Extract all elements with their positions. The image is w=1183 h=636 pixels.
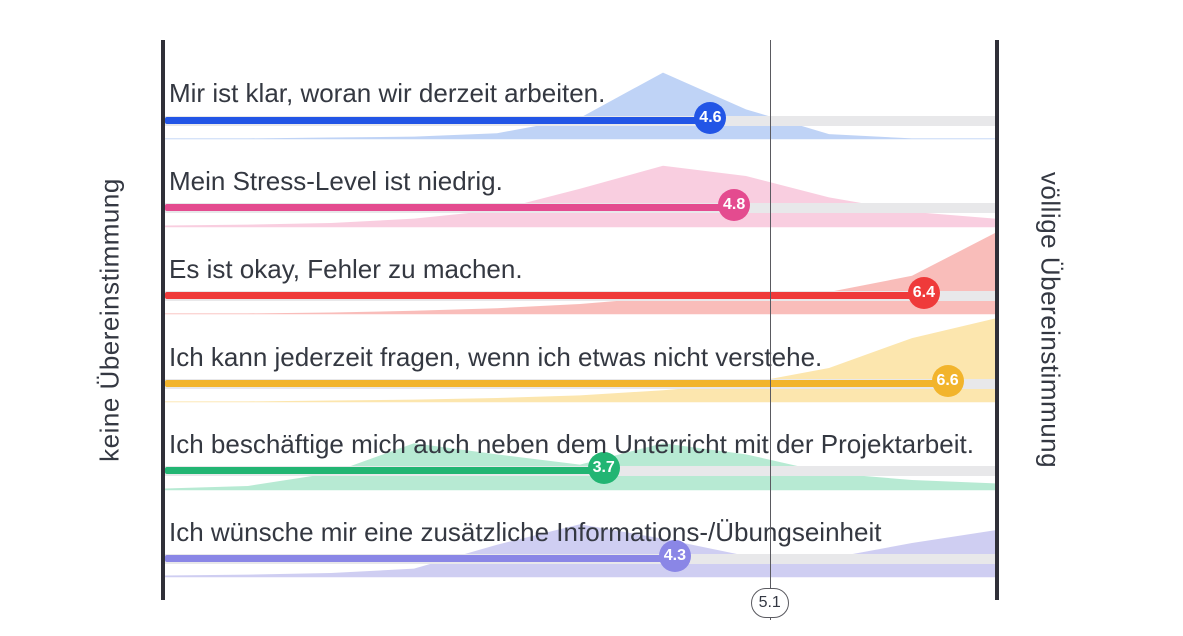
question-label: Mir ist klar, woran wir derzeit arbeiten… (169, 78, 991, 109)
question-label: Mein Stress-Level ist niedrig. (169, 166, 991, 197)
question-label: Ich beschäftige mich auch neben dem Unte… (169, 429, 991, 460)
chart-row: 3.7Ich beschäftige mich auch neben dem U… (165, 405, 995, 493)
value-bar (165, 380, 948, 387)
value-bar (165, 555, 675, 562)
value-bar (165, 467, 604, 474)
chart-row: 4.6Mir ist klar, woran wir derzeit arbei… (165, 54, 995, 142)
axis-label-left: keine Übereinstimmung (95, 178, 126, 462)
value-bar (165, 117, 710, 124)
question-label: Ich kann jederzeit fragen, wenn ich etwa… (169, 342, 991, 373)
axis-line-right (995, 40, 999, 600)
value-bar (165, 292, 924, 299)
chart-row: 6.4Es ist okay, Fehler zu machen. (165, 229, 995, 317)
question-label: Ich wünsche mir eine zusätzliche Informa… (169, 517, 991, 548)
value-bar (165, 204, 734, 211)
chart-row: 4.3Ich wünsche mir eine zusätzliche Info… (165, 492, 995, 580)
chart-rows: 4.6Mir ist klar, woran wir derzeit arbei… (165, 54, 995, 580)
axis-label-right: völlige Übereinstimmung (1035, 172, 1066, 468)
average-badge: 5.1 (751, 588, 789, 618)
question-label: Es ist okay, Fehler zu machen. (169, 254, 991, 285)
chart-row: 6.6Ich kann jederzeit fragen, wenn ich e… (165, 317, 995, 405)
chart-container: keine Übereinstimmung völlige Übereinsti… (165, 40, 995, 600)
chart-row: 4.8Mein Stress-Level ist niedrig. (165, 142, 995, 230)
average-line (770, 40, 772, 620)
